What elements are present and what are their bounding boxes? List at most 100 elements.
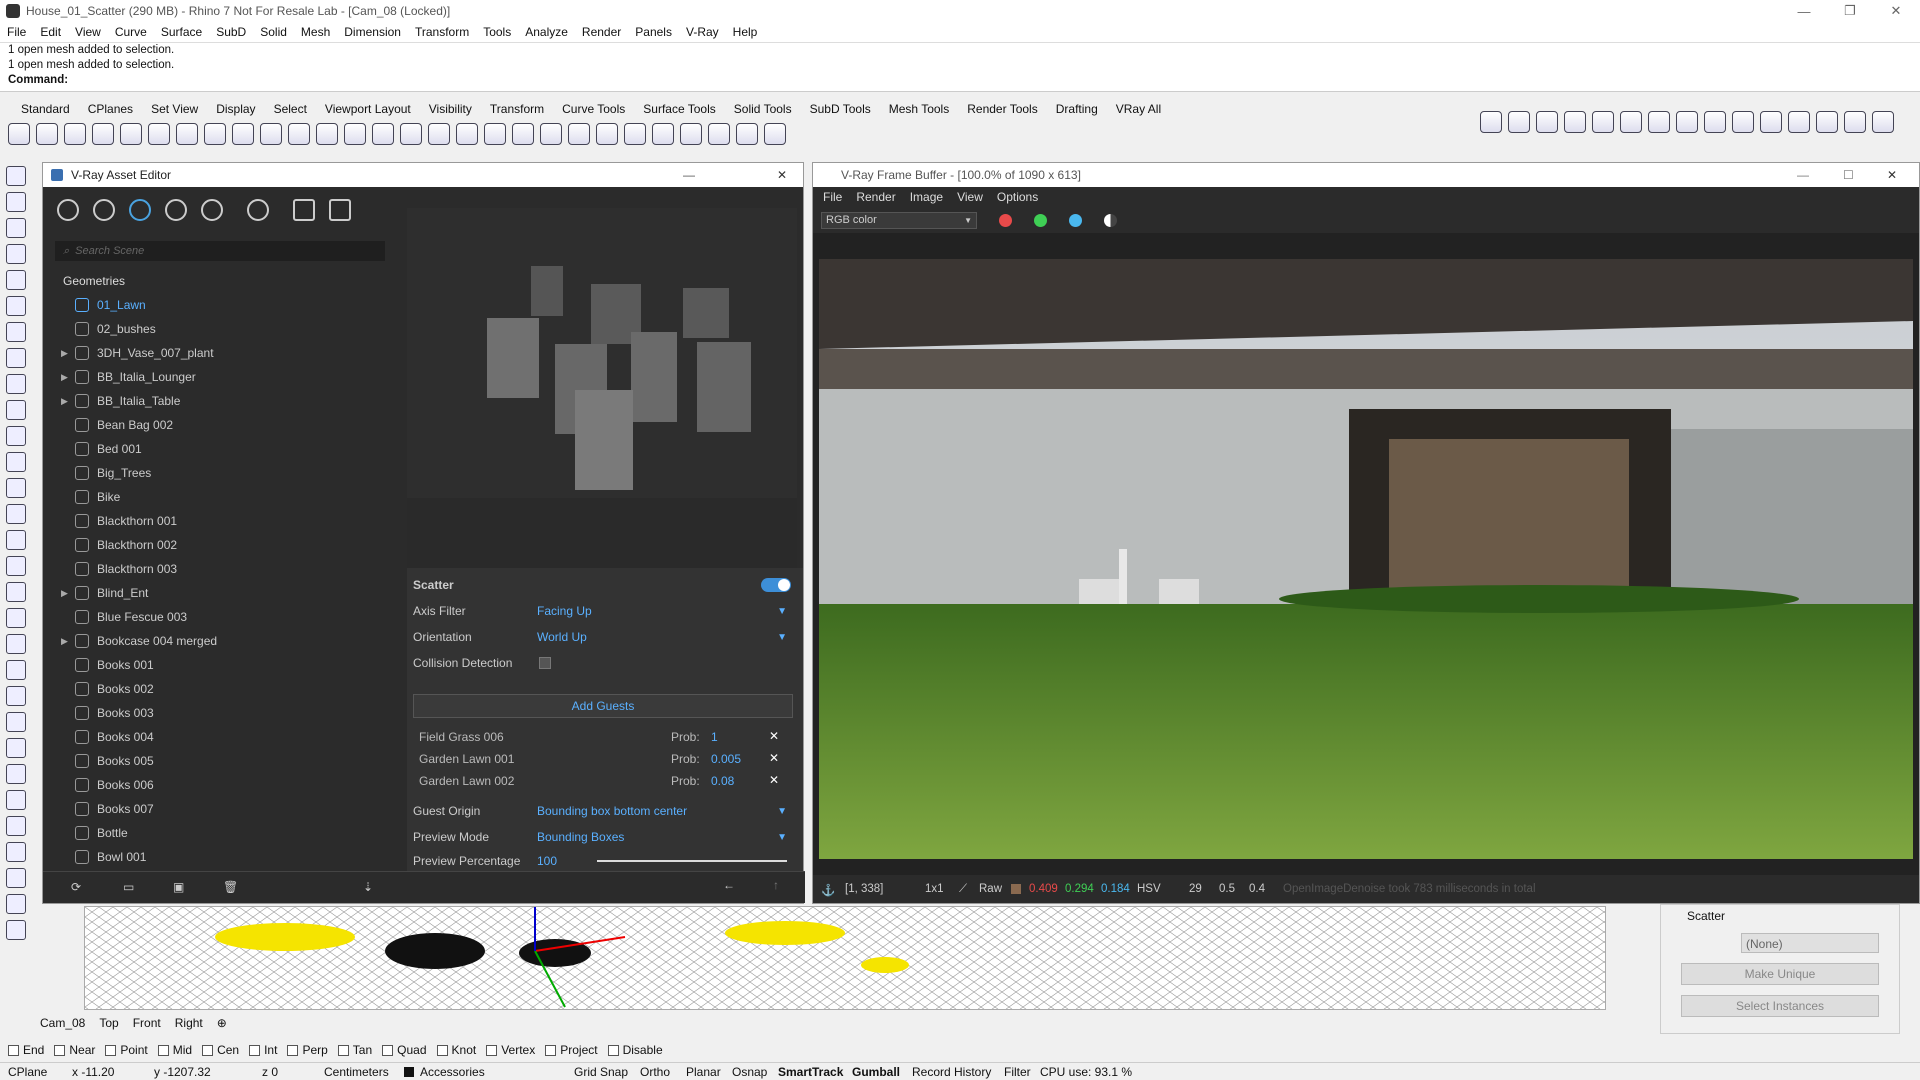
left-tool-icon[interactable] (6, 634, 26, 654)
toolbar-tool-icon[interactable] (1648, 111, 1670, 133)
toolbar-tool-icon[interactable] (512, 123, 534, 145)
filter-toggle[interactable]: Filter (1004, 1065, 1031, 1079)
list-item[interactable]: Books 002 (55, 677, 395, 701)
expand-arrow-icon[interactable]: ▶ (61, 372, 68, 383)
left-tool-icon[interactable] (6, 322, 26, 342)
tab-setview[interactable]: Set View (142, 102, 207, 116)
color-picker-icon[interactable]: ⟋ (959, 883, 967, 896)
toolbar-tool-icon[interactable] (344, 123, 366, 145)
list-item[interactable]: Blackthorn 001 (55, 509, 395, 533)
tab-solidtools[interactable]: Solid Tools (725, 102, 801, 116)
list-item[interactable]: ▶ Blind_Ent (55, 581, 395, 605)
up-arrow-icon[interactable]: ↑ (773, 878, 779, 892)
toolbar-tool-icon[interactable] (596, 123, 618, 145)
left-tool-icon[interactable] (6, 192, 26, 212)
chevron-down-icon[interactable]: ▼ (777, 832, 787, 843)
menu-render[interactable]: Render (575, 25, 628, 39)
checkbox[interactable] (337, 1044, 349, 1056)
list-item[interactable]: Blue Fescue 003 (55, 605, 395, 629)
guest-row[interactable]: Garden Lawn 001 Prob: 0.005 ✕ (413, 748, 793, 770)
prob-value[interactable]: 0.08 (711, 774, 734, 788)
close-icon[interactable]: ✕ (1876, 0, 1916, 22)
tab-subdtools[interactable]: SubD Tools (801, 102, 880, 116)
checkbox[interactable] (54, 1044, 66, 1056)
list-item[interactable]: Books 006 (55, 773, 395, 797)
guest-row[interactable]: Garden Lawn 002 Prob: 0.08 ✕ (413, 770, 793, 792)
osnap-project[interactable]: Project (545, 1043, 598, 1057)
back-arrow-icon[interactable]: ← (723, 878, 735, 892)
minimize-icon[interactable]: — (1784, 0, 1824, 22)
osnap-toggle[interactable]: Osnap (732, 1065, 767, 1079)
toolbar-tool-icon[interactable] (92, 123, 114, 145)
left-tool-icon[interactable] (6, 920, 26, 940)
left-tool-icon[interactable] (6, 504, 26, 524)
menu-vray[interactable]: V-Ray (679, 25, 726, 39)
make-unique-button[interactable]: Make Unique (1681, 963, 1879, 985)
left-tool-icon[interactable] (6, 712, 26, 732)
chevron-down-icon[interactable]: ▼ (777, 632, 787, 643)
cplane-label[interactable]: CPlane (8, 1065, 47, 1079)
geometry-icon[interactable] (129, 198, 151, 221)
osnap-perp[interactable]: Perp (287, 1043, 328, 1057)
left-tool-icon[interactable] (6, 166, 26, 186)
frame-buffer-icon[interactable] (329, 198, 351, 221)
select-instances-button[interactable]: Select Instances (1681, 995, 1879, 1017)
left-tool-icon[interactable] (6, 270, 26, 290)
left-tool-icon[interactable] (6, 374, 26, 394)
grid-snap-toggle[interactable]: Grid Snap (574, 1065, 628, 1079)
list-item[interactable]: Books 005 (55, 749, 395, 773)
list-item[interactable]: Bike (55, 485, 395, 509)
list-item[interactable]: Bowl 001 (55, 845, 395, 869)
settings-icon[interactable] (247, 198, 269, 221)
left-tool-icon[interactable] (6, 894, 26, 914)
preview-mode-row[interactable]: Preview Mode Bounding Boxes ▼ (413, 826, 793, 848)
left-tool-icon[interactable] (6, 816, 26, 836)
osnap-end[interactable]: End (8, 1043, 44, 1057)
menu-mesh[interactable]: Mesh (294, 25, 337, 39)
toolbar-tool-icon[interactable] (624, 123, 646, 145)
expand-arrow-icon[interactable]: ▶ (61, 396, 68, 407)
viewport-tab-front[interactable]: Front (133, 1016, 161, 1030)
color-mode-select[interactable]: HSV (1137, 883, 1161, 895)
list-item[interactable]: Big_Trees (55, 461, 395, 485)
toolbar-tool-icon[interactable] (1508, 111, 1530, 133)
alpha-channel-icon[interactable] (1104, 213, 1117, 227)
channel-select[interactable]: RGB color ▼ (821, 211, 977, 229)
fb-menu-view[interactable]: View (957, 190, 983, 204)
toolbar-tool-icon[interactable] (1564, 111, 1586, 133)
remove-guest-icon[interactable]: ✕ (769, 729, 779, 743)
viewport-cam08[interactable] (84, 906, 1606, 1010)
left-tool-icon[interactable] (6, 842, 26, 862)
expand-arrow-icon[interactable]: ▶ (61, 636, 68, 647)
checkbox[interactable] (202, 1044, 214, 1056)
list-item[interactable]: Bean Bag 002 (55, 413, 395, 437)
green-channel-icon[interactable] (1034, 213, 1047, 227)
toolbar-tool-icon[interactable] (148, 123, 170, 145)
osnap-tan[interactable]: Tan (337, 1043, 372, 1057)
axis-filter-row[interactable]: Axis Filter Facing Up ▼ (413, 600, 793, 622)
toolbar-tool-icon[interactable] (764, 123, 786, 145)
checkbox[interactable] (287, 1044, 299, 1056)
toolbar-tool-icon[interactable] (1620, 111, 1642, 133)
materials-icon[interactable] (57, 198, 79, 221)
refresh-icon[interactable]: ⟳ (71, 880, 81, 894)
toolbar-tool-icon[interactable] (316, 123, 338, 145)
remove-guest-icon[interactable]: ✕ (769, 773, 779, 787)
toolbar-tool-icon[interactable] (456, 123, 478, 145)
toolbar-tool-icon[interactable] (64, 123, 86, 145)
minimize-icon[interactable]: — (683, 168, 695, 182)
orientation-row[interactable]: Orientation World Up ▼ (413, 626, 793, 648)
toolbar-tool-icon[interactable] (1592, 111, 1614, 133)
list-item[interactable]: ▶ 3DH_Vase_007_plant (55, 341, 395, 365)
menu-subd[interactable]: SubD (209, 25, 253, 39)
minimize-icon[interactable]: — (1797, 168, 1809, 182)
fb-menu-options[interactable]: Options (997, 190, 1038, 204)
checkbox[interactable] (486, 1044, 498, 1056)
toolbar-tool-icon[interactable] (1816, 111, 1838, 133)
list-item[interactable]: Books 001 (55, 653, 395, 677)
viewport-tab-top[interactable]: Top (99, 1016, 118, 1030)
toolbar-tool-icon[interactable] (8, 123, 30, 145)
left-tool-icon[interactable] (6, 556, 26, 576)
menu-panels[interactable]: Panels (628, 25, 679, 39)
checkbox[interactable] (607, 1044, 619, 1056)
